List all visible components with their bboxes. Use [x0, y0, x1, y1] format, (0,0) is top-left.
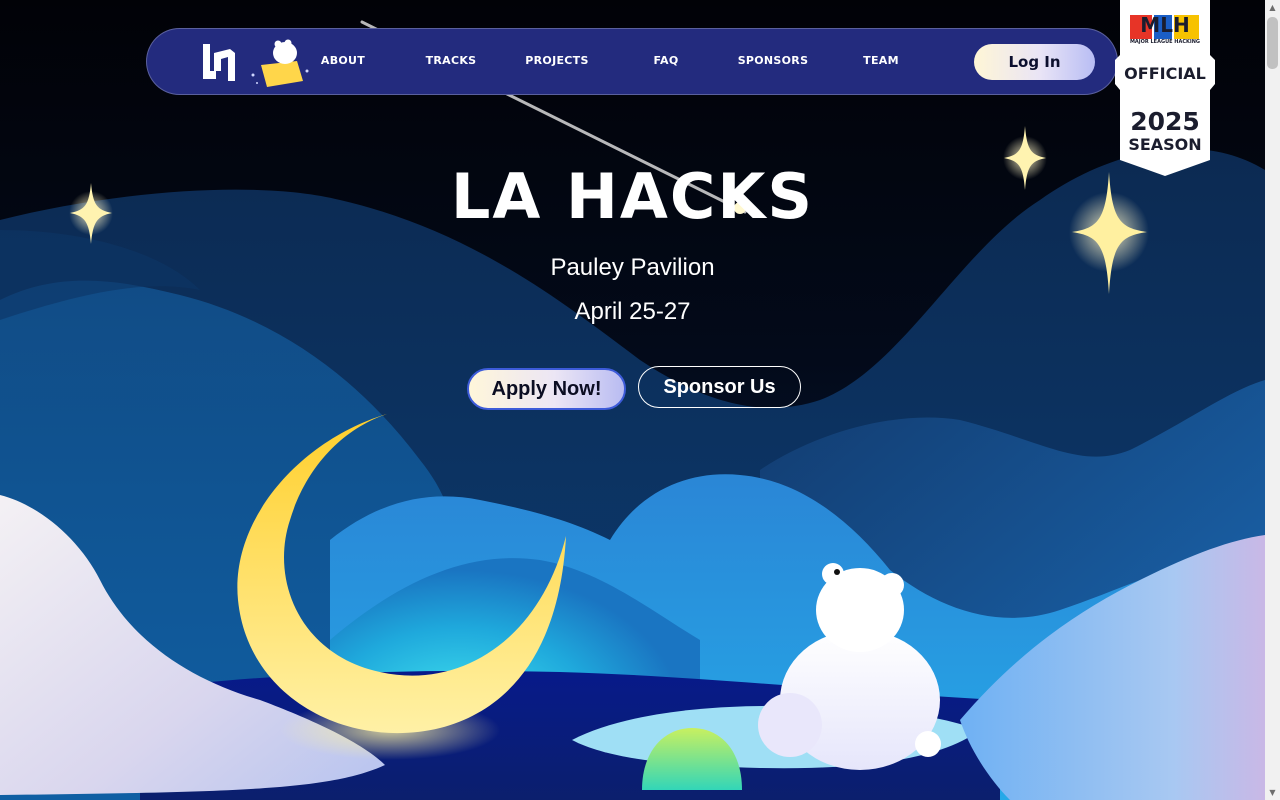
polar-bear-on-star-icon: [251, 39, 309, 87]
hero-title: LA HACKS: [450, 160, 815, 233]
mlh-season: SEASON: [1128, 135, 1202, 154]
login-button[interactable]: Log In: [974, 44, 1095, 80]
nav-item-faq[interactable]: FAQ: [642, 54, 690, 72]
nav-item-tracks[interactable]: TRACKS: [419, 54, 483, 72]
mlh-logo-text: MLH: [1140, 13, 1190, 37]
hero-dates: April 25-27: [574, 298, 691, 325]
scroll-down-arrow-icon[interactable]: ▼: [1265, 785, 1280, 800]
scroll-thumb[interactable]: [1267, 17, 1278, 69]
hero-venue: Pauley Pavilion: [550, 254, 715, 281]
scroll-up-arrow-icon[interactable]: ▲: [1265, 0, 1280, 15]
la-hacks-logo-icon[interactable]: [201, 41, 237, 83]
nav-item-team[interactable]: TEAM: [853, 54, 909, 72]
nav-item-projects[interactable]: PROJECTS: [519, 54, 595, 72]
sponsor-button[interactable]: Sponsor Us: [638, 366, 801, 408]
mlh-badge[interactable]: MLH MAJOR LEAGUE HACKING OFFICIAL 2025 S…: [1115, 0, 1215, 178]
mlh-official: OFFICIAL: [1124, 64, 1206, 83]
apply-button[interactable]: Apply Now!: [467, 368, 626, 410]
page-scrollbar[interactable]: [1265, 0, 1280, 800]
mlh-tagline: MAJOR LEAGUE HACKING: [1129, 39, 1201, 45]
nav-item-sponsors[interactable]: SPONSORS: [733, 54, 813, 72]
mlh-year: 2025: [1130, 107, 1200, 136]
top-nav: ABOUT TRACKS PROJECTS FAQ SPONSORS TEAM …: [146, 28, 1118, 95]
hero-illustration: [0, 0, 1280, 800]
nav-item-about[interactable]: ABOUT: [311, 54, 375, 72]
